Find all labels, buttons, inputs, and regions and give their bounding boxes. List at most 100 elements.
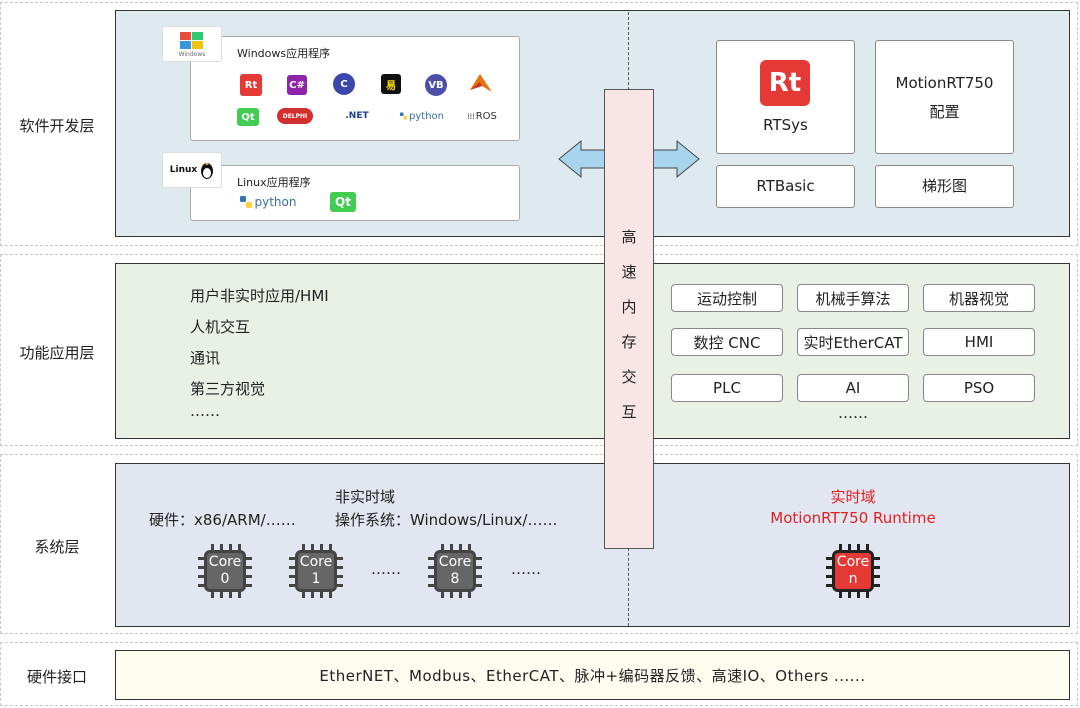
windows-logo-icon: Windows — [162, 26, 222, 62]
chip-pin — [238, 592, 241, 598]
linux-qt-text: Qt — [335, 195, 351, 209]
linux-qt-icon: Qt — [330, 192, 356, 212]
memory-char-3: 存 — [621, 333, 637, 351]
non-rt-os: 操作系统：Windows/Linux/…… — [335, 511, 558, 529]
chip-pin — [826, 584, 832, 587]
chip-pin — [329, 592, 332, 598]
chip-pin — [320, 592, 323, 598]
chip-pin — [476, 557, 482, 560]
c-lang-text: C — [340, 78, 348, 90]
chip-pin — [246, 584, 252, 587]
rt-lang-text: Rt — [244, 79, 258, 91]
memory-exchange-column: 高 速 内 存 交 互 — [604, 89, 654, 549]
chip-pin — [289, 557, 295, 560]
chip-pin — [320, 544, 323, 550]
rtsys-logo-text: Rt — [768, 68, 802, 98]
chip-pin — [428, 584, 434, 587]
chip-pin — [337, 566, 343, 569]
linux-python-icon: python — [238, 193, 298, 211]
function-left-item-2: 通讯 — [190, 349, 221, 367]
core-1-top: Core — [299, 554, 333, 570]
chip-pin — [857, 544, 860, 550]
csharp-lang-text: C# — [289, 79, 305, 91]
vb-lang-text: VB — [428, 79, 444, 91]
core-n-bottom: n — [848, 571, 858, 587]
core-n-top: Core — [836, 554, 870, 570]
chip-pin — [874, 584, 880, 587]
vb-lang-icon: VB — [425, 74, 447, 96]
chip-pin — [826, 575, 832, 578]
chip-pin — [857, 592, 860, 598]
c-lang-icon: C — [333, 73, 355, 95]
func-machine-vision: 机器视觉 — [923, 284, 1035, 312]
core-0-chip-icon: Core 0 — [198, 544, 252, 598]
delphi-lang-icon: DELPHI — [277, 108, 313, 124]
chip-pin — [329, 544, 332, 550]
chip-pin — [211, 544, 214, 550]
chip-pin — [238, 544, 241, 550]
windows-logo-text: Windows — [178, 50, 206, 58]
chip-pin — [311, 544, 314, 550]
memory-char-5: 互 — [621, 403, 637, 421]
rtbasic-box: RTBasic — [716, 165, 855, 208]
rtsys-label: RTSys — [763, 116, 808, 134]
delphi-lang-text: DELPHI — [282, 112, 308, 120]
chip-pin — [198, 566, 204, 569]
python-lang-text: python — [409, 110, 444, 122]
chip-pin — [476, 566, 482, 569]
chip-pin — [220, 544, 223, 550]
chip-pin — [468, 592, 471, 598]
chip-pin — [289, 584, 295, 587]
chip-pin — [302, 592, 305, 598]
hardware-interfaces-box: EtherNET、Modbus、EtherCAT、脉冲+编码器反馈、高速IO、O… — [115, 650, 1070, 700]
chip-pin — [866, 544, 869, 550]
rt-title: 实时域 — [830, 488, 876, 506]
func-cnc: 数控 CNC — [671, 328, 783, 356]
chip-pin — [476, 575, 482, 578]
chip-pin — [289, 575, 295, 578]
ros-lang-text: ROS — [475, 110, 497, 122]
chip-pin — [874, 566, 880, 569]
func-ethercat: 实时EtherCAT — [797, 328, 909, 356]
chip-pin — [229, 592, 232, 598]
chip-pin — [229, 544, 232, 550]
chip-pin — [198, 584, 204, 587]
ladder-box: 梯形图 — [875, 165, 1014, 208]
memory-char-2: 内 — [621, 298, 637, 316]
core-8-chip-icon: Core 8 — [428, 544, 482, 598]
core-1-bottom: 1 — [311, 571, 321, 587]
yi-lang-text: 易 — [386, 80, 396, 92]
func-ai: AI — [797, 374, 909, 402]
chip-pin — [450, 592, 453, 598]
core-0-bottom: 0 — [220, 571, 230, 587]
qt-lang-icon: Qt — [237, 108, 259, 126]
windows-app-title: Windows应用程序 — [237, 47, 331, 60]
core-n-chip-icon: Core n — [826, 544, 880, 598]
linux-logo-icon: Linux — [162, 152, 222, 188]
func-more-dots: …… — [838, 404, 868, 422]
chip-pin — [246, 557, 252, 560]
chip-pin — [428, 566, 434, 569]
chip-pin — [337, 557, 343, 560]
function-left-item-1: 人机交互 — [190, 318, 251, 336]
non-rt-title: 非实时域 — [335, 488, 396, 506]
core-dots-2: …… — [511, 560, 541, 578]
linux-app-title: Linux应用程序 — [237, 176, 311, 189]
yi-lang-icon: 易 — [381, 74, 401, 94]
function-left-item-3: 第三方视觉 — [190, 380, 266, 398]
chip-pin — [826, 566, 832, 569]
chip-pin — [459, 544, 462, 550]
rt-subtitle: MotionRT750 Runtime — [770, 509, 936, 527]
core-1-chip-icon: Core 1 — [289, 544, 343, 598]
chip-pin — [468, 544, 471, 550]
matlab-icon — [468, 72, 494, 96]
chip-pin — [211, 592, 214, 598]
system-layer-label: 系统层 — [34, 538, 80, 556]
memory-char-0: 高 — [621, 228, 637, 246]
chip-pin — [428, 557, 434, 560]
chip-pin — [337, 575, 343, 578]
chip-pin — [311, 592, 314, 598]
core-0-top: Core — [208, 554, 242, 570]
chip-pin — [450, 544, 453, 550]
chip-pin — [246, 566, 252, 569]
